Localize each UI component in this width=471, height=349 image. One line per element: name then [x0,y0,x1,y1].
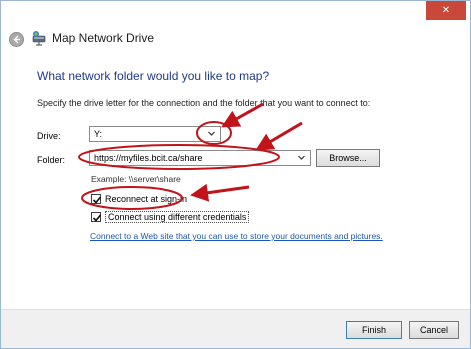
network-drive-icon [32,31,46,46]
instructions-text: Specify the drive letter for the connect… [37,98,371,108]
annotation-overlay [78,102,303,210]
reconnect-checkbox-row[interactable]: Reconnect at sign-in [91,194,187,204]
finish-button[interactable]: Finish [346,321,402,339]
page-heading: What network folder would you like to ma… [37,69,270,83]
window-title: Map Network Drive [52,31,155,45]
arrow-to-reconnect [190,183,250,202]
dialog-footer: Finish Cancel [1,309,470,348]
cancel-button[interactable]: Cancel [409,321,459,339]
back-arrow-icon [13,35,20,44]
folder-label: Folder: [37,155,66,165]
reconnect-label: Reconnect at sign-in [105,194,188,204]
back-button[interactable] [9,32,24,47]
close-icon: ✕ [441,5,451,16]
reconnect-checkbox[interactable] [91,194,102,204]
folder-input[interactable]: https://myfiles.bcit.ca/share [89,150,311,166]
drive-label: Drive: [37,131,61,141]
drive-select[interactable]: Y: [89,126,221,142]
close-button[interactable]: ✕ [426,1,466,20]
example-text: Example: \\server\share [91,174,181,184]
credentials-checkbox-row[interactable]: Connect using different credentials [91,211,250,223]
credentials-checkbox[interactable] [91,212,102,222]
title-bar: ✕ Map Network Drive [1,1,470,51]
web-site-link[interactable]: Connect to a Web site that you can use t… [90,231,383,241]
arrow-to-folder [255,121,303,151]
browse-button[interactable]: Browse... [316,149,380,167]
chevron-down-icon [208,131,215,136]
drive-value: Y: [94,129,103,139]
credentials-label: Connect using different credentials [105,211,250,223]
checkmark-icon [92,214,102,222]
map-network-drive-window: ✕ Map Network Drive What network folder … [0,0,471,349]
chevron-down-icon [298,155,305,160]
checkmark-icon [92,196,102,204]
folder-value: https://myfiles.bcit.ca/share [94,153,203,163]
